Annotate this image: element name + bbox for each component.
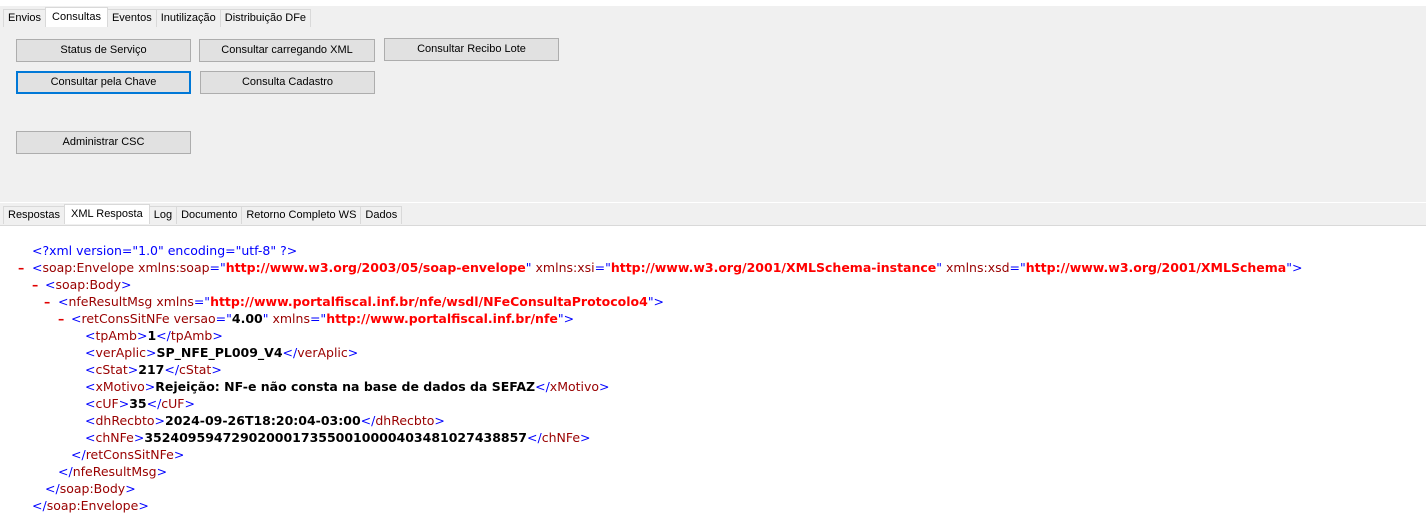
xml-ret-open: <retConsSitNFe versao="4.00" xmlns="http… xyxy=(71,311,575,326)
tab-retorno-completo-ws[interactable]: Retorno Completo WS xyxy=(241,206,362,224)
tab-respostas[interactable]: Respostas xyxy=(3,206,65,224)
xml-viewer[interactable]: <?xml version="1.0" encoding="utf-8" ?> … xyxy=(0,226,1426,531)
consulta-cadastro-button[interactable]: Consulta Cadastro xyxy=(200,71,375,94)
xml-result-open: <nfeResultMsg xmlns="http://www.portalfi… xyxy=(58,294,665,309)
xml-envelope-open: <soap:Envelope xmlns:soap="http://www.w3… xyxy=(32,260,1303,275)
tab-eventos[interactable]: Eventos xyxy=(106,9,157,27)
administrar-csc-button[interactable]: Administrar CSC xyxy=(16,131,191,154)
top-tabbar: Envios Consultas Eventos Inutilização Di… xyxy=(0,6,1426,29)
xml-field-veraplic: <verAplic>SP_NFE_PL009_V4</verAplic> xyxy=(85,345,359,360)
status-servico-button[interactable]: Status de Serviço xyxy=(16,39,191,62)
consultar-recibo-lote-button[interactable]: Consultar Recibo Lote xyxy=(384,38,559,61)
collapse-result-icon[interactable]: – xyxy=(44,293,50,310)
xml-field-cstat: <cStat>217</cStat> xyxy=(85,362,222,377)
tab-documento[interactable]: Documento xyxy=(176,206,243,224)
collapse-envelope-icon[interactable]: – xyxy=(18,259,24,276)
xml-envelope-close: </soap:Envelope> xyxy=(32,498,149,513)
consultar-chave-button[interactable]: Consultar pela Chave xyxy=(16,71,191,94)
xml-ret-close: </retConsSitNFe> xyxy=(71,447,185,462)
tab-inutilizacao[interactable]: Inutilização xyxy=(155,9,221,27)
collapse-body-icon[interactable]: – xyxy=(32,276,38,293)
xml-field-tpamb: <tpAmb>1</tpAmb> xyxy=(85,328,223,343)
xml-field-cuf: <cUF>35</cUF> xyxy=(85,396,195,411)
tab-log[interactable]: Log xyxy=(148,206,178,224)
xml-field-xmotivo: <xMotivo>Rejeição: NF-e não consta na ba… xyxy=(85,379,610,394)
xml-result-close: </nfeResultMsg> xyxy=(58,464,168,479)
xml-field-dhrecbto: <dhRecbto>2024-09-26T18:20:04-03:00</dhR… xyxy=(85,413,445,428)
xml-field-chnfe: <chNFe>352409594729020001735500100004034… xyxy=(85,430,591,445)
tab-consultas[interactable]: Consultas xyxy=(45,7,108,27)
xml-body-close: </soap:Body> xyxy=(45,481,136,496)
tab-distribuicao-dfe[interactable]: Distribuição DFe xyxy=(219,9,312,27)
consultas-panel: Status de Serviço Consultar carregando X… xyxy=(0,28,1426,202)
xml-declaration: <?xml version="1.0" encoding="utf-8" ?> xyxy=(32,243,298,258)
consultar-xml-button[interactable]: Consultar carregando XML xyxy=(199,39,375,62)
collapse-ret-icon[interactable]: – xyxy=(58,310,64,327)
xml-body-open: <soap:Body> xyxy=(45,277,132,292)
tab-dados[interactable]: Dados xyxy=(360,206,403,224)
result-tabbar: Respostas XML Resposta Log Documento Ret… xyxy=(0,203,1426,226)
tab-xml-resposta[interactable]: XML Resposta xyxy=(63,204,150,224)
tab-envios[interactable]: Envios xyxy=(3,9,47,27)
